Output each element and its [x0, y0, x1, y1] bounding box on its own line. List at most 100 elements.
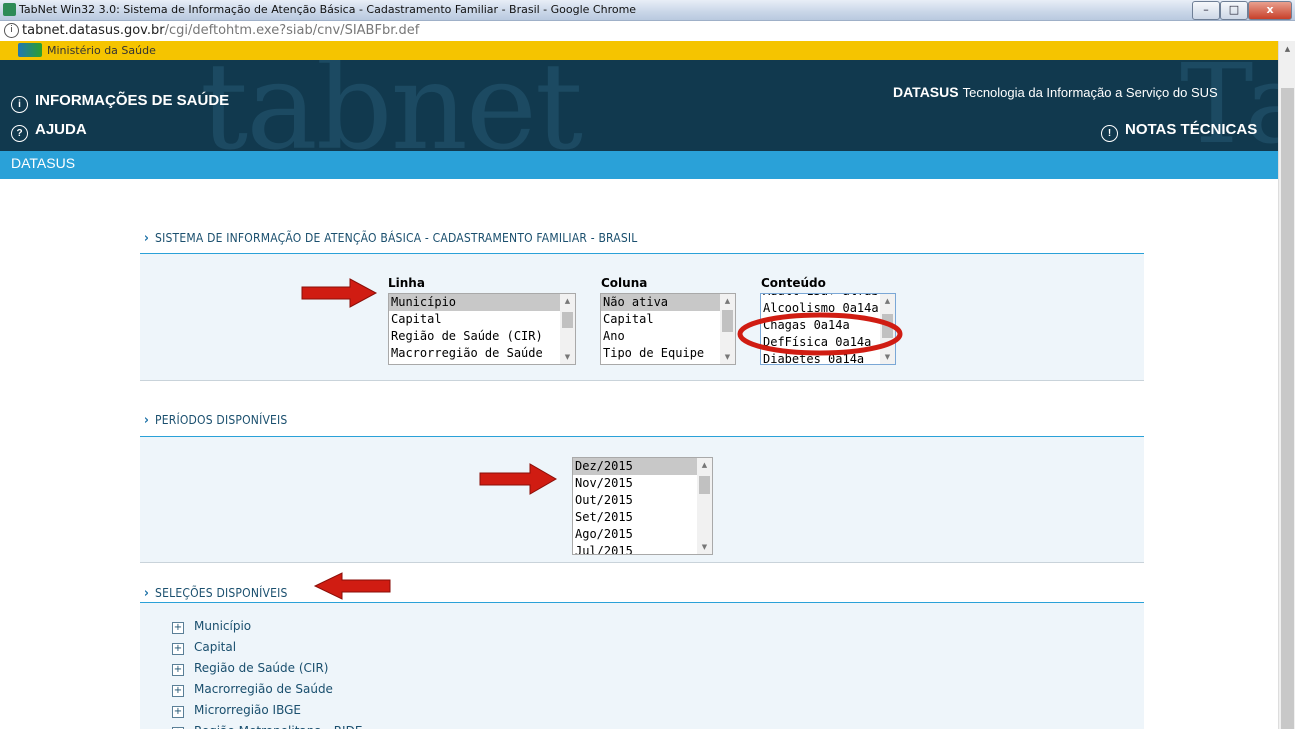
site-info-icon[interactable]: i [4, 23, 19, 38]
expand-plus-icon[interactable]: + [172, 664, 184, 676]
linha-options: Município Capital Região de Saúde (CIR) Mac… [389, 294, 575, 362]
coluna-label: Coluna [601, 276, 648, 290]
section-periods-title: › PERÍODOS DISPONÍVEIS [144, 413, 288, 428]
list-option[interactable]: Nov/2015 [573, 475, 712, 492]
scroll-up-icon[interactable]: ▲ [1279, 41, 1295, 58]
info-saude-link[interactable]: i INFORMAÇÕES DE SAÚDE [11, 92, 229, 113]
url-path: /cgi/deftohtm.exe?siab/cnv/SIABFbr.def [164, 23, 420, 38]
notas-tecnicas-link[interactable]: ! NOTAS TÉCNICAS [1101, 121, 1257, 142]
selection-item-label: Município [194, 619, 252, 633]
info-icon: i [11, 96, 28, 113]
coluna-options: Não ativa Capital Ano Tipo de Equipe [601, 294, 735, 362]
scroll-up-icon[interactable]: ▲ [697, 458, 712, 472]
selection-item-label: Região de Saúde (CIR) [194, 661, 329, 675]
conteudo-label: Conteúdo [761, 276, 826, 290]
expand-plus-icon[interactable]: + [172, 706, 184, 718]
selection-item[interactable]: +Região Metropolitana - RIDE [172, 724, 362, 729]
close-button[interactable]: x [1248, 1, 1292, 20]
linha-scrollbar[interactable]: ▲ ▼ [560, 294, 575, 364]
gov-bar: Ministério da Saúde [0, 41, 1278, 60]
banner-watermark: tabnet [200, 60, 583, 151]
datasus-brand: DATASUS [893, 84, 959, 100]
section-periods-title-text: PERÍODOS DISPONÍVEIS [155, 413, 288, 427]
datasus-label[interactable]: DATASUS [11, 155, 75, 171]
section-selections-title: › SELEÇÕES DISPONÍVEIS [144, 586, 288, 601]
scroll-down-icon[interactable]: ▼ [560, 350, 575, 364]
selection-item-label: Macrorregião de Saúde [194, 682, 333, 696]
chevron-right-icon: › [144, 413, 150, 428]
expand-plus-icon[interactable]: + [172, 685, 184, 697]
tabnet-banner: tabnet Tab iINFORMAÇÕES DE SAÚDE ?AJUDA … [0, 60, 1278, 151]
ajuda-link[interactable]: ? AJUDA [11, 121, 87, 142]
scroll-up-icon[interactable]: ▲ [720, 294, 735, 308]
chevron-right-icon: › [144, 231, 150, 246]
page-content: Ministério da Saúde tabnet Tab iINFORMAÇ… [0, 41, 1278, 729]
section-separator [140, 562, 1144, 563]
list-option[interactable]: Capital [389, 311, 575, 328]
page-scroll-thumb[interactable] [1281, 88, 1294, 729]
info-saude-label: INFORMAÇÕES DE SAÚDE [35, 92, 230, 109]
list-option[interactable]: Tipo de Equipe [601, 345, 735, 362]
red-arrow-right-icon [479, 463, 558, 495]
coluna-scrollbar[interactable]: ▲ ▼ [720, 294, 735, 364]
list-option[interactable]: Set/2015 [573, 509, 712, 526]
list-option[interactable]: Out/2015 [573, 492, 712, 509]
list-option[interactable]: Adult 15a+ alfabet [761, 294, 895, 300]
linha-label: Linha [388, 276, 425, 290]
blue-nav-bar: DATASUS [0, 151, 1278, 179]
datasus-tagline-text: Tecnologia da Informação a Serviço do SU… [962, 85, 1218, 100]
scroll-down-icon[interactable]: ▼ [697, 540, 712, 554]
red-arrow-left-icon [313, 572, 391, 600]
linha-select[interactable]: Município Capital Região de Saúde (CIR) Mac… [388, 293, 576, 365]
red-arrow-right-icon [301, 278, 378, 308]
list-option[interactable]: Ago/2015 [573, 526, 712, 543]
ministry-logo-icon [18, 43, 42, 57]
section-separator [140, 380, 1144, 381]
expand-plus-icon[interactable]: + [172, 622, 184, 634]
selection-item[interactable]: + Capital [172, 640, 236, 655]
selection-item[interactable]: + Região de Saúde (CIR) [172, 661, 328, 676]
window-title-bar: TabNet Win32 3.0: Sistema de Informação … [0, 0, 1295, 21]
list-option[interactable]: Macrorregião de Saúde [389, 345, 575, 362]
section-selections-title-text: SELEÇÕES DISPONÍVEIS [155, 586, 288, 600]
selection-item-label: Microrregião IBGE [194, 703, 301, 717]
list-option[interactable]: Dez/2015 [573, 458, 712, 475]
scroll-up-icon[interactable]: ▲ [880, 294, 895, 308]
notas-tecnicas-label: NOTAS TÉCNICAS [1125, 121, 1258, 138]
url-host: tabnet.datasus.gov.br [22, 23, 165, 38]
expand-plus-icon[interactable]: + [172, 643, 184, 655]
periodos-select[interactable]: Dez/2015 Nov/2015 Out/2015 Set/2015 Ago/2015… [572, 457, 713, 555]
periodos-scrollbar[interactable]: ▲ ▼ [697, 458, 712, 554]
gov-bar-label[interactable]: Ministério da Saúde [47, 44, 156, 57]
scroll-down-icon[interactable]: ▼ [720, 350, 735, 364]
coluna-select[interactable]: Não ativa Capital Ano Tipo de Equipe ▲ ▼ [600, 293, 736, 365]
highlight-ellipse [737, 312, 903, 356]
scroll-thumb[interactable] [722, 310, 733, 332]
page-scrollbar[interactable]: ▲ [1278, 41, 1295, 729]
url-text[interactable]: tabnet.datasus.gov.br/cgi/deftohtm.exe?s… [22, 23, 419, 38]
list-option[interactable]: Jul/2015 [573, 543, 712, 554]
app-icon [3, 3, 16, 16]
scroll-up-icon[interactable]: ▲ [560, 294, 575, 308]
selection-item[interactable]: + Município [172, 619, 251, 634]
scroll-thumb[interactable] [562, 312, 573, 328]
selection-item[interactable]: + Microrregião IBGE [172, 703, 301, 718]
selection-item[interactable]: + Macrorregião de Saúde [172, 682, 333, 697]
selection-item-label: Capital [194, 640, 237, 654]
section-main-title-text: SISTEMA DE INFORMAÇÃO DE ATENÇÃO BÁSICA … [155, 231, 638, 245]
maximize-button[interactable]: □ [1220, 1, 1248, 20]
periodos-options: Dez/2015 Nov/2015 Out/2015 Set/2015 Ago/2015… [573, 458, 712, 554]
list-option[interactable]: Município [389, 294, 575, 311]
list-option[interactable]: Região de Saúde (CIR) [389, 328, 575, 345]
help-icon: ? [11, 125, 28, 142]
section-main-title: › SISTEMA DE INFORMAÇÃO DE ATENÇÃO BÁSICA… [144, 231, 638, 246]
datasus-tagline[interactable]: DATASUS Tecnologia da Informação a Serviç… [893, 84, 1218, 100]
address-bar[interactable]: i tabnet.datasus.gov.br/cgi/deftohtm.exe… [0, 21, 1295, 40]
minimize-button[interactable]: – [1192, 1, 1220, 20]
window-title: TabNet Win32 3.0: Sistema de Informação … [19, 3, 637, 16]
list-option[interactable]: Ano [601, 328, 735, 345]
list-option[interactable]: Capital [601, 311, 735, 328]
alert-icon: ! [1101, 125, 1118, 142]
scroll-thumb[interactable] [699, 476, 710, 494]
list-option[interactable]: Não ativa [601, 294, 735, 311]
